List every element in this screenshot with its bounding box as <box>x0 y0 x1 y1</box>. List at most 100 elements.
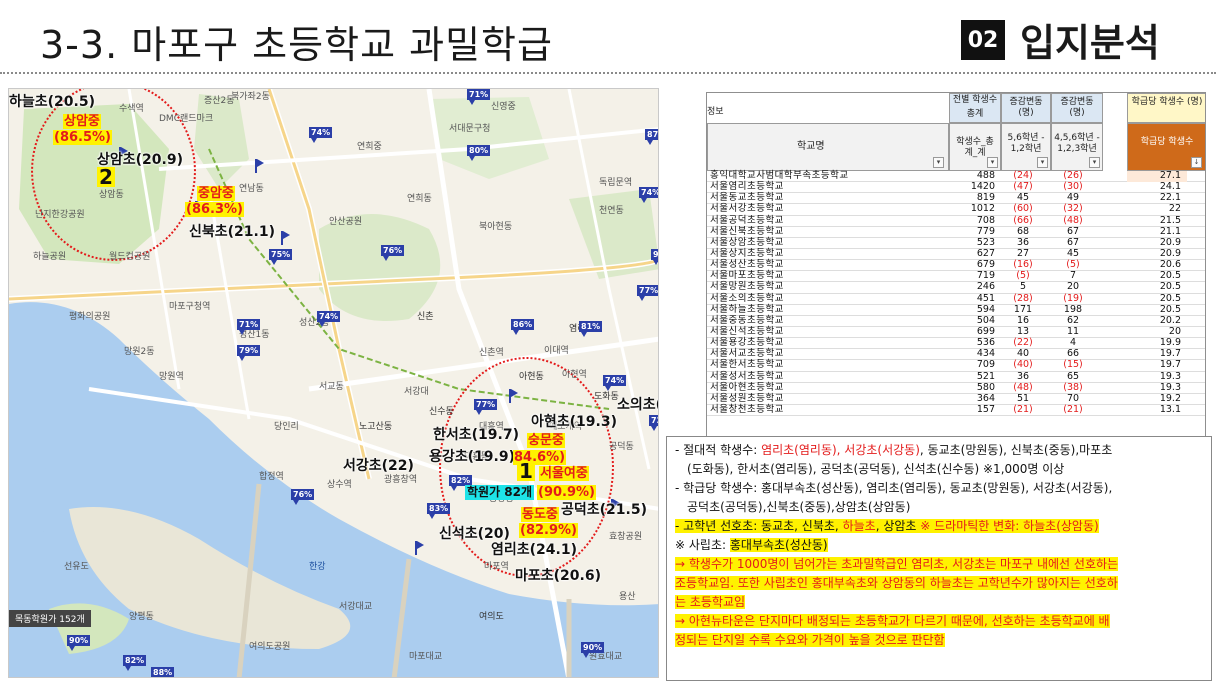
cell-per-class: 22 <box>1168 203 1181 215</box>
cell-school-name: 서울소의초등학교 <box>710 292 784 304</box>
cell-change-456: (26) <box>1063 170 1083 181</box>
middle-school-sangam-pct: (86.5%) <box>53 130 112 145</box>
school-marker-pct[interactable]: 79% <box>237 345 261 361</box>
cell-total: 246 <box>976 281 995 293</box>
place-label: 월드컵공원 <box>109 252 151 262</box>
school-label-sinbuk[interactable]: 신북초(21.1) <box>189 221 275 241</box>
school-marker-pct[interactable]: 88% <box>151 667 175 677</box>
filter-dropdown-icon[interactable]: ▾ <box>1089 157 1100 168</box>
school-label-sosui[interactable]: 소의초(20.5) <box>617 394 658 414</box>
place-label: 망원역 <box>159 372 184 382</box>
cell-school-name: 서울마포초등학교 <box>710 270 784 282</box>
table-body: 홍익대학교사범대학부속초등학교 488 (24) (26) 27.1 서울염리초등학교 14… <box>707 170 1205 417</box>
cell-per-class: 20.9 <box>1159 236 1181 248</box>
cell-total: 451 <box>976 292 995 304</box>
place-label: 합정역 <box>259 472 284 482</box>
school-label-seogang[interactable]: 서강초(22) <box>343 455 414 475</box>
school-label-gongdeok[interactable]: 공덕초(21.5) <box>561 499 647 519</box>
school-label-hanseo[interactable]: 한서초(19.7) <box>433 424 519 444</box>
cell-school-name: 서울공덕초등학교 <box>710 214 784 226</box>
place-label: 마포구청역 <box>169 302 211 312</box>
place-label: 여의도공원 <box>249 642 291 652</box>
school-marker-pct[interactable]: 90% <box>581 642 605 658</box>
place-label: 연희중 <box>357 142 382 152</box>
school-marker-pct[interactable]: 87% <box>645 129 658 145</box>
cell-school-name: 서울성원초등학교 <box>710 392 784 404</box>
school-label-yeomni[interactable]: 염리초(24.1) <box>491 539 577 559</box>
place-label: 이대역 <box>544 346 569 356</box>
school-marker-pct[interactable]: 80% <box>467 145 491 161</box>
school-marker-pct[interactable]: 71% <box>467 89 491 105</box>
filter-dropdown-icon[interactable]: ▾ <box>933 157 944 168</box>
cell-change-456: 11 <box>1066 325 1080 337</box>
cell-per-class: 19.7 <box>1159 359 1181 371</box>
cell-total: 627 <box>976 247 995 259</box>
cell-change-456: 67 <box>1066 236 1080 248</box>
sort-descending-icon[interactable]: ↓ <box>1191 157 1202 168</box>
cell-change-456: 45 <box>1066 247 1080 259</box>
col-header-d2-field: 4,5,6학년 - 1,2,3학년 <box>1054 133 1100 154</box>
school-marker-pct[interactable]: 86% <box>511 319 535 335</box>
cell-school-name: 서울아현초등학교 <box>710 381 784 393</box>
school-marker-pct[interactable]: 74% <box>603 375 627 391</box>
middle-school-sungmun: 숭문중 <box>527 433 565 448</box>
place-label: 서강대교 <box>339 602 373 612</box>
place-label: 서교동 <box>319 382 344 392</box>
cell-total: 719 <box>976 270 995 282</box>
school-marker-pct[interactable]: 76% <box>381 245 405 261</box>
place-label: 하늘공원 <box>33 252 67 262</box>
cell-school-name: 서울창천초등학교 <box>710 403 784 415</box>
school-marker-pct[interactable]: 77% <box>637 285 658 301</box>
cell-change-56: (21) <box>1013 403 1033 415</box>
filter-dropdown-icon[interactable]: ▾ <box>1037 157 1048 168</box>
cell-change-56: (47) <box>1013 181 1033 193</box>
middle-school-seoulyeo: 서울여중 <box>539 466 589 481</box>
place-label: 난지한강공원 <box>35 210 85 220</box>
school-marker-pct[interactable]: 76% <box>291 489 315 505</box>
place-label: 공덕동 <box>609 442 634 452</box>
cell-per-class: 19.3 <box>1159 370 1181 382</box>
school-marker-pct[interactable]: 81% <box>579 321 603 337</box>
school-marker-pct[interactable]: 83% <box>427 503 451 519</box>
cell-total: 1420 <box>970 181 995 193</box>
school-marker-pct[interactable]: 74% <box>639 187 658 203</box>
school-marker-pct[interactable]: 90% <box>651 249 658 265</box>
place-label: DMC랜드마크 <box>159 114 214 124</box>
note-line: 정되는 단지일 수록 수요와 가격이 높을 것으로 판단함 <box>675 633 945 647</box>
school-label-yonggang[interactable]: 용강초(19.9) <box>429 446 515 466</box>
col-header-total-sub: 총계 <box>966 109 984 119</box>
cell-school-name: 서울성산초등학교 <box>710 259 784 271</box>
school-label-mapo[interactable]: 마포초(20.6) <box>515 565 601 585</box>
place-label: 독립문역 <box>599 178 633 188</box>
middle-school-jungam-pct: (86.3%) <box>185 202 244 217</box>
district-map[interactable]: 수색역 DMC랜드마크 증산2동 북가좌2동 신영중 서대문구청 연희중 연희동… <box>8 88 659 678</box>
cell-total: 679 <box>976 259 995 271</box>
note-line: 조등학교임. 또한 사립초인 홍대부속초와 상암동의 하늘초는 고학년수가 많아… <box>675 576 1118 590</box>
cell-change-56: 36 <box>1016 370 1030 382</box>
place-label: 노고산동 <box>359 422 393 432</box>
school-label-ahyeon[interactable]: 아현초(19.3) <box>531 411 617 431</box>
cell-change-456: 62 <box>1066 314 1080 326</box>
cell-school-name: 서울하늘초등학교 <box>710 303 784 315</box>
school-marker-pct[interactable]: 72% <box>649 415 658 431</box>
filter-dropdown-icon[interactable]: ▾ <box>987 157 998 168</box>
cell-per-class: 19.3 <box>1159 381 1181 393</box>
section-number-badge: 02 <box>961 20 1005 60</box>
middle-school-seoulyeo-pct: (90.9%) <box>537 485 596 500</box>
cell-per-class: 21.5 <box>1159 214 1181 226</box>
school-marker-pct[interactable]: 82% <box>123 655 147 671</box>
school-marker-pct[interactable]: 71% <box>237 319 261 335</box>
school-marker-pct[interactable]: 74% <box>309 127 333 143</box>
place-label: 서대문구청 <box>449 124 491 134</box>
cell-change-56: 45 <box>1016 192 1030 204</box>
school-marker-pct[interactable]: 75% <box>269 249 293 265</box>
cell-change-456: (5) <box>1066 259 1080 271</box>
cell-school-name: 서울한서초등학교 <box>710 359 784 371</box>
school-marker-pct[interactable]: 77% <box>474 399 498 415</box>
cell-change-456: (38) <box>1063 381 1083 393</box>
school-marker-pct[interactable]: 74% <box>317 311 341 327</box>
cell-change-456: (21) <box>1063 403 1083 415</box>
school-marker-pct[interactable]: 90% <box>67 635 91 651</box>
place-label: 서강대 <box>404 387 429 397</box>
school-label-haneul[interactable]: 하늘초(20.5) <box>9 91 95 111</box>
